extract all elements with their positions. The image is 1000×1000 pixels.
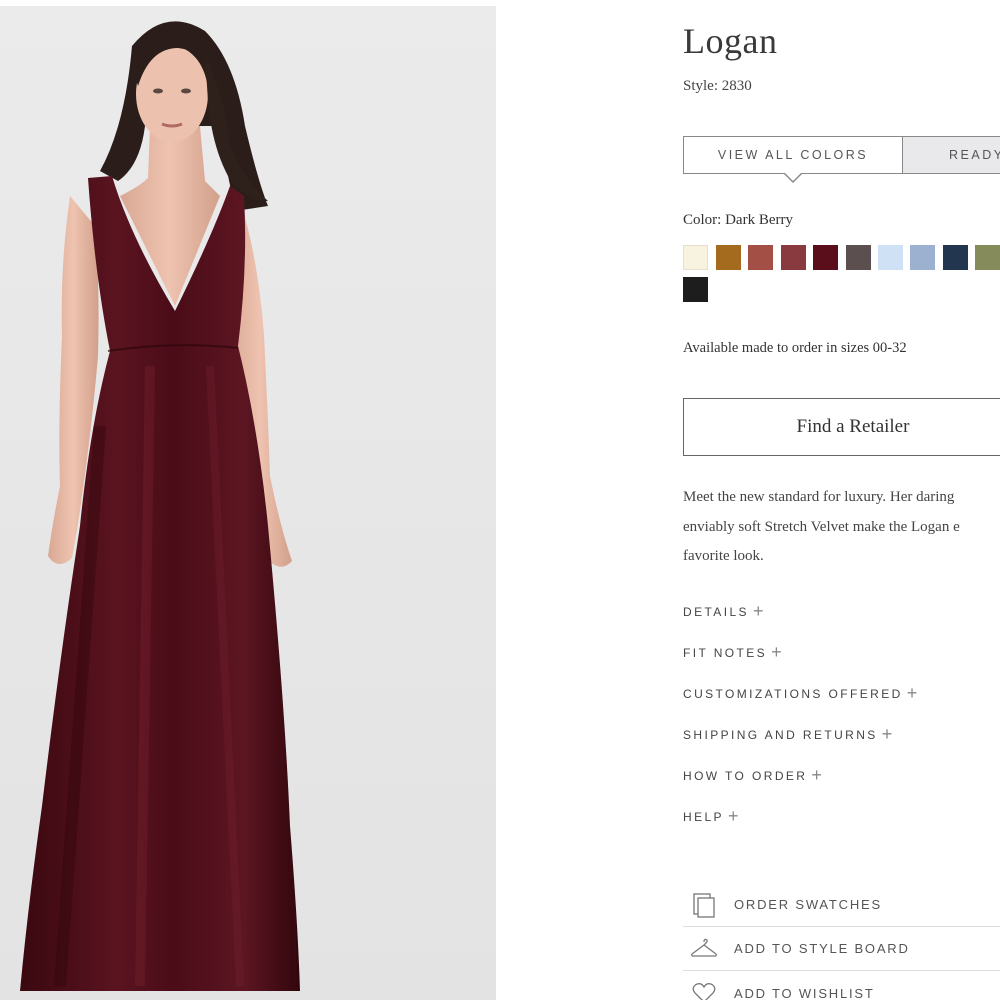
product-details-panel: Logan Style: 2830 VIEW ALL COLORS READY … — [683, 0, 1000, 1000]
plus-icon: + — [727, 806, 739, 826]
add-to-wishlist-label: ADD TO WISHLIST — [734, 985, 875, 1000]
color-tabs: VIEW ALL COLORS READY — [683, 136, 1000, 183]
accordion-label: SHIPPING AND RETURNS — [683, 728, 878, 742]
tab-view-all-colors[interactable]: VIEW ALL COLORS — [683, 136, 903, 174]
style-number: Style: 2830 — [683, 78, 752, 94]
swatches-icon — [689, 890, 719, 920]
plus-icon: + — [771, 642, 782, 662]
swatch-pale-blue[interactable] — [878, 245, 903, 270]
plus-icon: + — [811, 765, 822, 785]
product-image[interactable] — [0, 6, 496, 1000]
accordion-label: FIT NOTES — [683, 646, 768, 660]
description-line: enviably soft Stretch Velvet make the Lo… — [683, 518, 960, 535]
swatch-black[interactable] — [683, 277, 708, 302]
find-retailer-button[interactable]: Find a Retailer — [683, 398, 1000, 456]
description-line: Meet the new standard for luxury. Her da… — [683, 489, 955, 505]
swatch-navy[interactable] — [943, 245, 968, 270]
swatch-moss[interactable] — [975, 245, 1000, 270]
description-line: favorite look. — [683, 548, 764, 564]
swatch-taupe[interactable] — [846, 245, 871, 270]
hanger-icon — [689, 934, 719, 964]
swatch-dark-berry[interactable] — [813, 245, 838, 270]
accordion-label: CUSTOMIZATIONS OFFERED — [683, 687, 903, 701]
accordion-label: HOW TO ORDER — [683, 769, 808, 783]
model-illustration — [20, 21, 300, 991]
swatch-rosewood[interactable] — [781, 245, 806, 270]
product-title: Logan — [683, 21, 778, 61]
accordion-shipping-returns[interactable]: SHIPPING AND RETURNS + — [683, 723, 892, 744]
plus-icon: + — [752, 601, 764, 621]
accordion-label: DETAILS — [683, 605, 749, 619]
order-swatches-button[interactable]: ORDER SWATCHES — [683, 883, 1000, 927]
add-to-style-board-button[interactable]: ADD TO STYLE BOARD — [683, 927, 1000, 971]
accordion-fit-notes[interactable]: FIT NOTES + — [683, 641, 782, 662]
accordion-label: HELP — [683, 810, 724, 824]
swatch-amber[interactable] — [716, 245, 741, 270]
selected-color-label: Color: Dark Berry — [683, 212, 793, 228]
accordion-help[interactable]: HELP + — [683, 805, 738, 826]
accordion-details[interactable]: DETAILS + — [683, 600, 763, 621]
tab-ready[interactable]: READY — [902, 136, 1000, 174]
accordion-customizations[interactable]: CUSTOMIZATIONS OFFERED + — [683, 682, 917, 703]
heart-icon — [689, 978, 719, 1000]
add-to-wishlist-button[interactable]: ADD TO WISHLIST — [683, 971, 1000, 1000]
swatch-ivory[interactable] — [683, 245, 708, 270]
add-to-style-board-label: ADD TO STYLE BOARD — [734, 941, 910, 956]
find-retailer-label: Find a Retailer — [796, 416, 910, 437]
order-swatches-label: ORDER SWATCHES — [734, 897, 882, 912]
accordion-how-to-order[interactable]: HOW TO ORDER + — [683, 764, 822, 785]
swatch-terracotta[interactable] — [748, 245, 773, 270]
plus-icon: + — [906, 683, 918, 703]
availability-text: Available made to order in sizes 00-32 — [683, 340, 907, 356]
plus-icon: + — [881, 724, 893, 744]
swatch-dusty-blue[interactable] — [910, 245, 935, 270]
product-description: Meet the new standard for luxury. Her da… — [683, 483, 1000, 572]
